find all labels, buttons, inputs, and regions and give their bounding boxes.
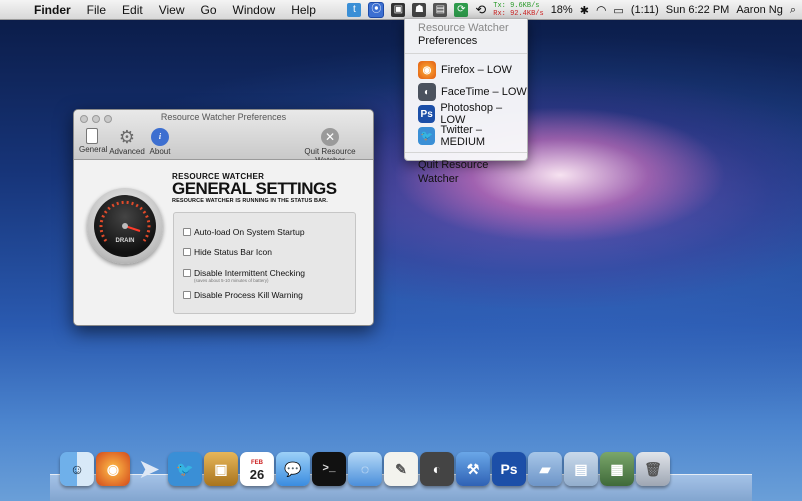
menu-file[interactable]: File: [79, 0, 114, 20]
app-status-icon[interactable]: ▣: [391, 3, 406, 17]
resource-watcher-status-icon[interactable]: ⦿: [368, 2, 385, 18]
documents-folder-icon[interactable]: ▤: [564, 452, 598, 486]
option-label: Disable Intermittent Checking: [194, 268, 306, 278]
calendar-day: 26: [249, 467, 265, 482]
settings-content: DRAIN RESOURCE WATCHER GENERAL SETTINGS …: [74, 160, 373, 325]
menu-item-label: Twitter – MEDIUM: [440, 124, 486, 148]
battery-time: (1:11): [630, 4, 659, 16]
toolbar-about[interactable]: i About: [148, 128, 172, 156]
network-meter: Tx: 9.6KB/s Rx: 92.4KB/s: [493, 2, 543, 18]
dock: ☺ ◉ ➤ 🐦 ▣ FEB 26 💬 >_ ◌ ✎ ◐ ⚒ Ps ▰ ▤ ▦ 🗑: [60, 452, 670, 492]
menu-bar: Finder File Edit View Go Window Help t ⦿…: [0, 0, 802, 20]
menu-separator: [405, 152, 527, 153]
menu-item-twitter[interactable]: 🐦 Twitter – MEDIUM: [405, 124, 527, 148]
option-sublabel: (saves about 5-10 minutes of battery): [194, 278, 269, 283]
menu-item-photoshop[interactable]: Ps Photoshop – LOW: [405, 102, 527, 126]
textedit-icon[interactable]: ✎: [384, 452, 418, 486]
refresh-status-icon[interactable]: ⟲: [475, 2, 486, 18]
trash-icon[interactable]: 🗑: [636, 452, 670, 486]
menu-edit[interactable]: Edit: [114, 0, 151, 20]
menu-item-facetime[interactable]: ◐ FaceTime – LOW: [405, 81, 527, 103]
net-tx: Tx: 9.6KB/s: [493, 2, 540, 10]
firefox-dock-icon[interactable]: ◉: [96, 452, 130, 486]
drain-gauge-icon: DRAIN: [87, 188, 163, 264]
option-auto-load[interactable]: Auto-load On System Startup: [183, 227, 305, 237]
facetime-dock-icon[interactable]: ◐: [420, 452, 454, 486]
option-label: Auto-load On System Startup: [194, 227, 305, 237]
quit-x-icon: ✕: [321, 128, 339, 146]
photoshop-icon: Ps: [418, 105, 436, 123]
heading-big: GENERAL SETTINGS: [172, 179, 337, 198]
alien-status-icon[interactable]: ☗: [412, 3, 427, 17]
user-name[interactable]: Aaron Ng: [736, 4, 782, 16]
gear-icon: ⚙: [118, 127, 136, 147]
menu-help[interactable]: Help: [283, 0, 324, 20]
option-label: Hide Status Bar Icon: [194, 247, 272, 257]
checkbox[interactable]: [183, 269, 191, 277]
preferences-window: Resource Watcher Preferences General ⚙ A…: [73, 109, 374, 326]
menu-item-firefox[interactable]: ◉ Firefox – LOW: [405, 59, 527, 81]
option-disable-kill-warning[interactable]: Disable Process Kill Warning: [183, 290, 303, 300]
lock-status-icon[interactable]: ▤: [433, 3, 448, 17]
sync-status-icon[interactable]: ⟳: [454, 3, 469, 17]
facetime-icon: ◐: [418, 83, 436, 101]
quit-menu-item[interactable]: Quit Resource Watcher: [405, 158, 527, 186]
battery-percent: 18%: [550, 4, 573, 16]
finder-icon[interactable]: ☺: [60, 452, 94, 486]
toolbar-label: Advanced: [109, 147, 145, 156]
menu-separator: [405, 53, 527, 54]
menu-header: Resource Watcher: [418, 22, 509, 34]
option-hide-icon[interactable]: Hide Status Bar Icon: [183, 247, 272, 257]
twitter-icon: 🐦: [418, 127, 436, 145]
wifi-icon[interactable]: ◠: [596, 3, 606, 17]
preferences-menu-item[interactable]: Preferences: [405, 34, 527, 48]
terminal-icon[interactable]: >_: [312, 452, 346, 486]
photos-stack-icon[interactable]: ▦: [600, 452, 634, 486]
spotlight-icon[interactable]: ⌕: [790, 4, 796, 17]
battery-icon[interactable]: ▭: [613, 4, 623, 17]
menu-item-label: Firefox – LOW: [441, 64, 512, 76]
options-panel: Auto-load On System Startup Hide Status …: [173, 212, 356, 314]
menu-item-label: FaceTime – LOW: [441, 86, 527, 98]
applications-folder-icon[interactable]: ▰: [528, 452, 562, 486]
menu-go[interactable]: Go: [193, 0, 225, 20]
toolbar-label: General: [79, 145, 108, 154]
checkbox[interactable]: [183, 228, 191, 236]
switch-icon: [86, 128, 98, 144]
firefox-icon: ◉: [418, 61, 436, 79]
checkbox[interactable]: [183, 291, 191, 299]
menu-view[interactable]: View: [151, 0, 193, 20]
menu-window[interactable]: Window: [225, 0, 284, 20]
clock[interactable]: Sun 6:22 PM: [666, 4, 730, 16]
twitter-status-icon[interactable]: t: [347, 3, 362, 17]
status-area: t ⦿ ▣ ☗ ▤ ⟳ ⟲ Tx: 9.6KB/s Rx: 92.4KB/s 1…: [347, 0, 802, 20]
ichat-icon[interactable]: ◌: [348, 452, 382, 486]
info-icon: i: [151, 128, 169, 146]
checkbox[interactable]: [183, 248, 191, 256]
toolbar-advanced[interactable]: ⚙ Advanced: [108, 128, 146, 156]
package-icon[interactable]: ▣: [204, 452, 238, 486]
calendar-icon[interactable]: FEB 26: [240, 452, 274, 486]
xcode-icon[interactable]: ⚒: [456, 452, 490, 486]
window-title: Resource Watcher Preferences: [160, 112, 287, 122]
heading-note: RESOURCE WATCHER IS RUNNING IN THE STATU…: [172, 198, 328, 204]
navigator-icon[interactable]: ➤: [132, 452, 166, 486]
toolbar-general[interactable]: General: [79, 128, 108, 154]
resource-watcher-menu: Resource Watcher Preferences ◉ Firefox –…: [404, 18, 528, 185]
gauge-label: DRAIN: [115, 238, 135, 244]
menu-item-label: Photoshop – LOW: [440, 102, 503, 126]
net-rx: Rx: 92.4KB/s: [493, 10, 544, 18]
bluetooth-icon[interactable]: ✱: [580, 4, 589, 17]
twitter-dock-icon[interactable]: 🐦: [168, 452, 202, 486]
toolbar-label: About: [149, 147, 171, 156]
photoshop-dock-icon[interactable]: Ps: [492, 452, 526, 486]
messages-icon[interactable]: 💬: [276, 452, 310, 486]
menu-app-name[interactable]: Finder: [26, 0, 79, 20]
option-disable-checking[interactable]: Disable Intermittent Checking (saves abo…: [183, 268, 305, 283]
option-label: Disable Process Kill Warning: [194, 290, 303, 300]
window-titlebar[interactable]: Resource Watcher Preferences General ⚙ A…: [74, 110, 373, 165]
